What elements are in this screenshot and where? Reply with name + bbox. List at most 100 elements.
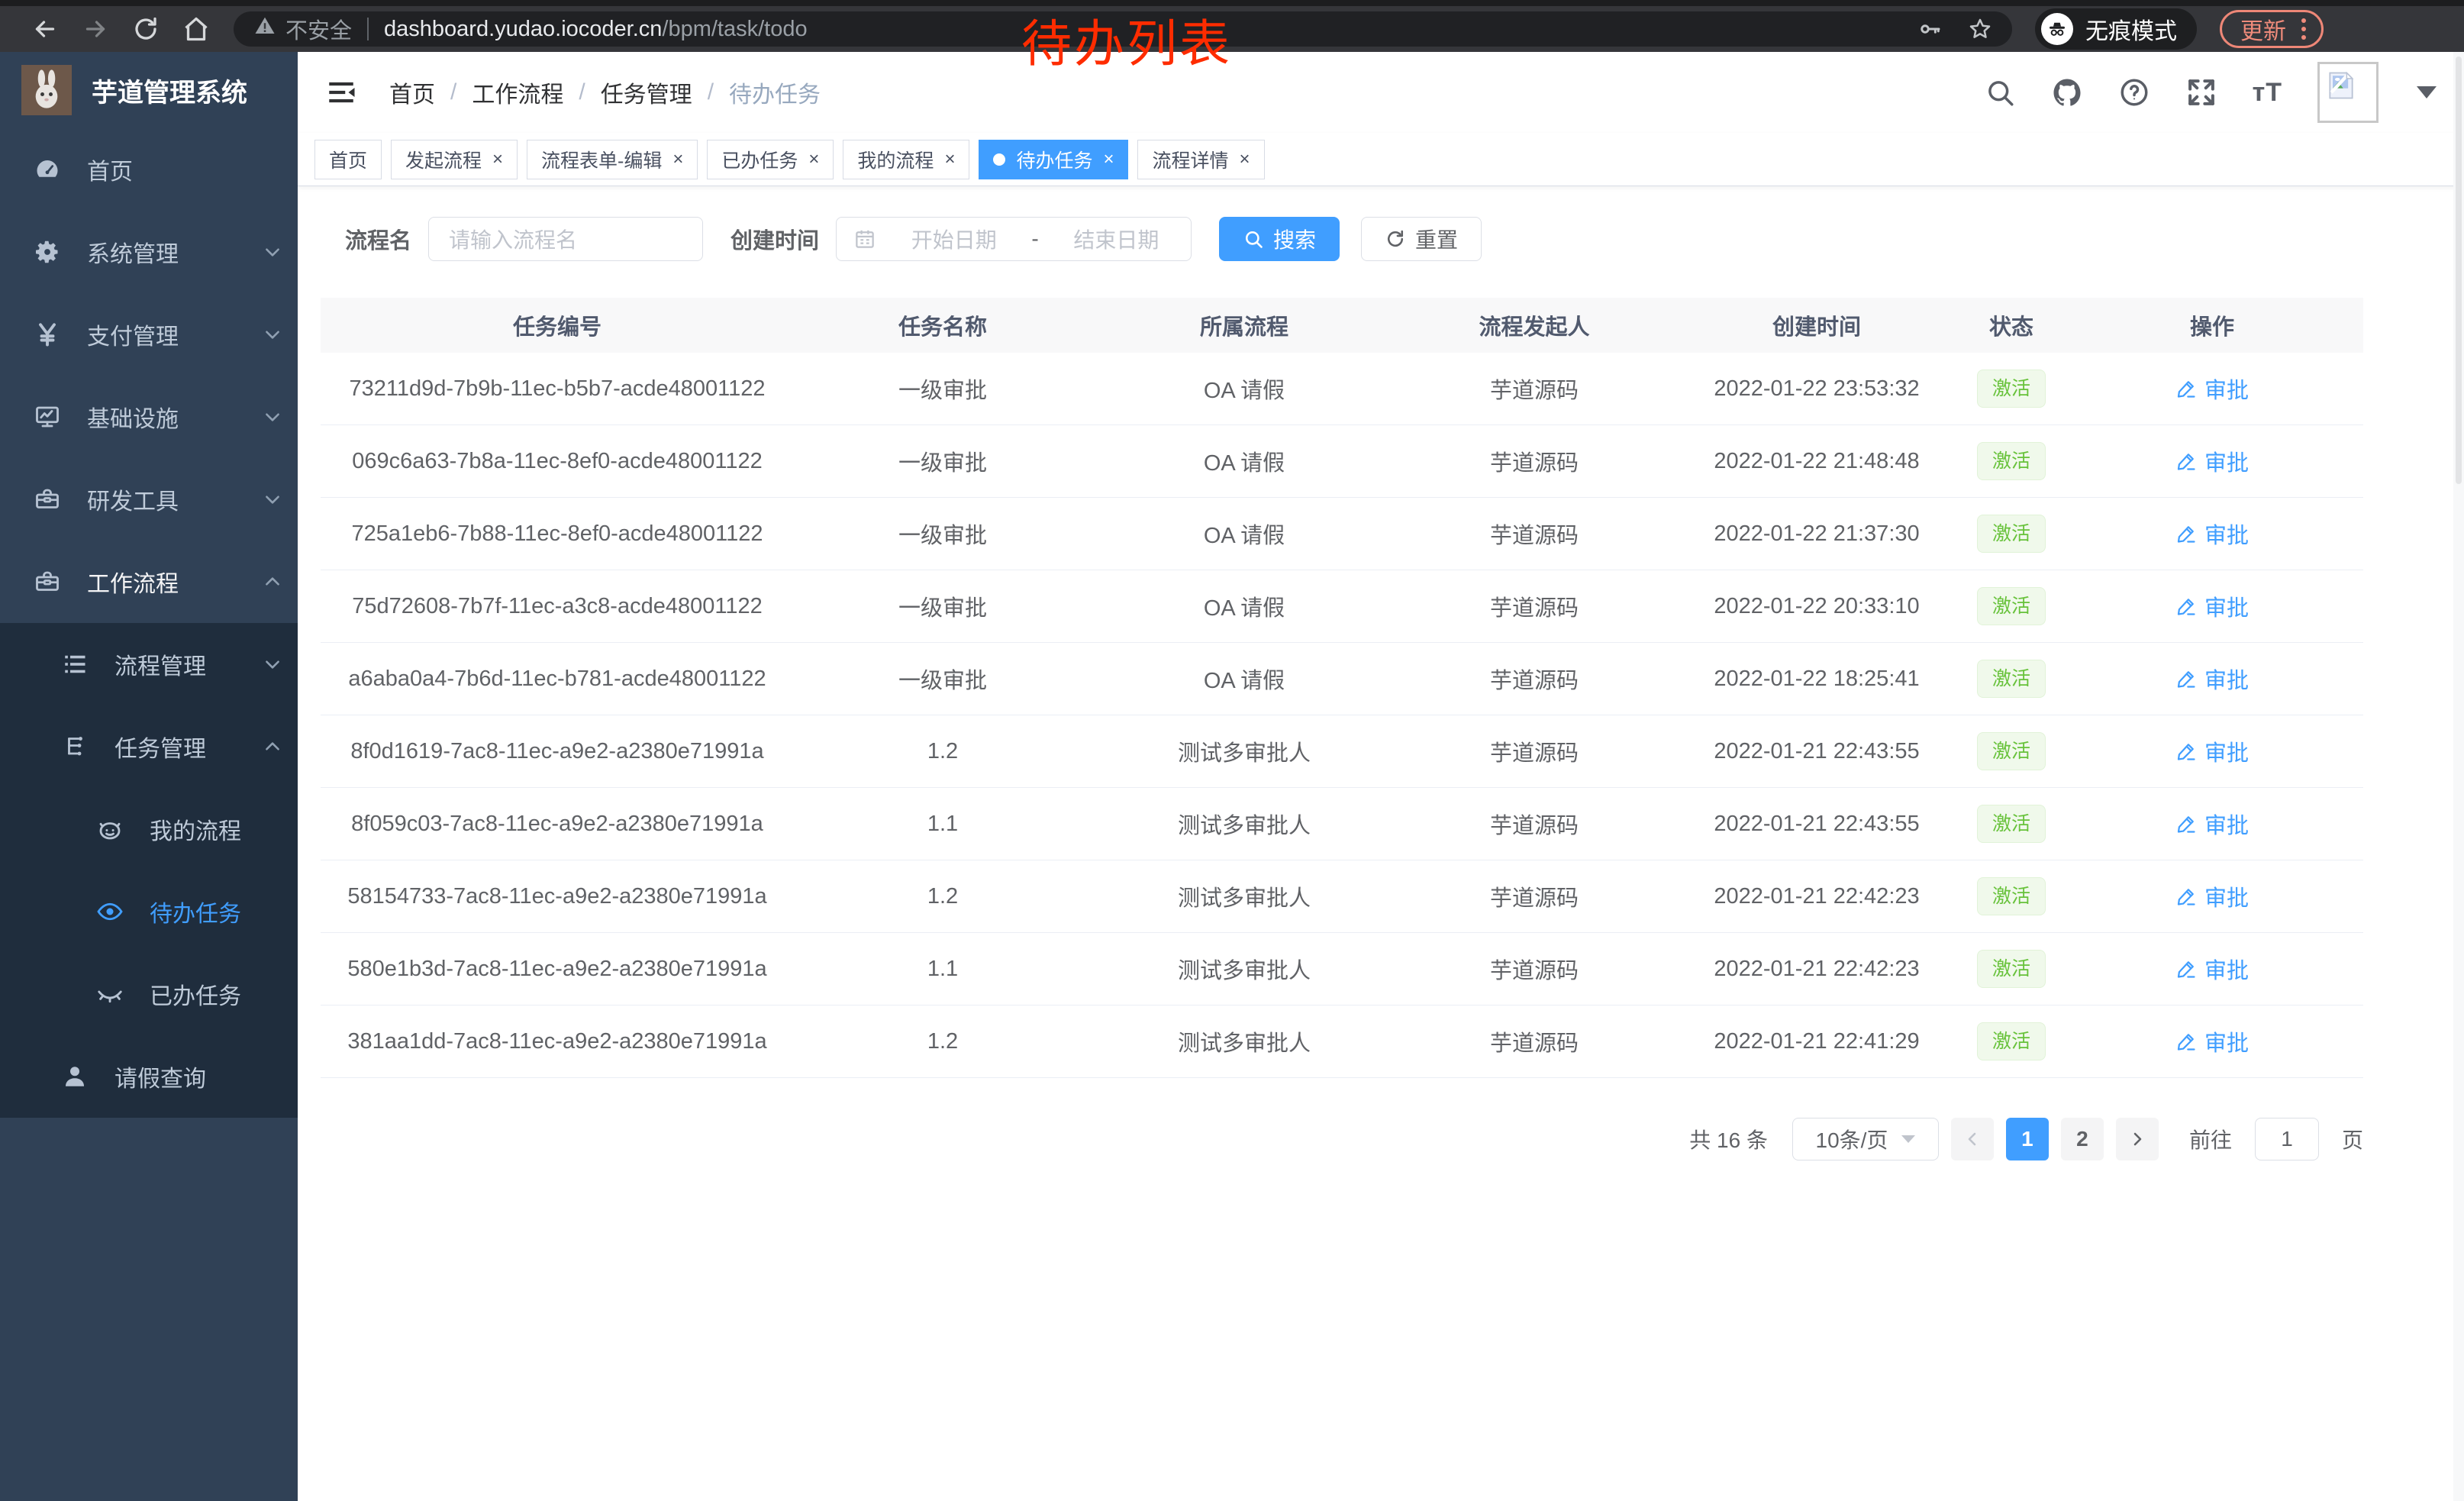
sidebar-item-4[interactable]: 研发工具 <box>0 458 298 541</box>
sidebar-item-8[interactable]: 我的流程 <box>0 788 298 870</box>
approve-link[interactable]: 审批 <box>2175 663 2249 695</box>
fullscreen-icon[interactable] <box>2185 76 2217 108</box>
back-icon[interactable] <box>20 15 70 43</box>
tab-close-icon[interactable]: × <box>1240 150 1250 169</box>
font-size-icon[interactable]: тT <box>2253 78 2282 108</box>
reload-icon[interactable] <box>121 15 171 43</box>
chevron-up-icon <box>263 737 282 757</box>
sidebar-item-5[interactable]: 工作流程 <box>0 541 298 623</box>
page-button-1[interactable]: 1 <box>2006 1118 2049 1160</box>
edit-pen-icon <box>2175 741 2197 762</box>
collapse-sidebar-icon[interactable] <box>325 76 357 108</box>
cell-process: OA 请假 <box>1092 445 1397 477</box>
filter-form: 流程名 请输入流程名 创建时间 开始日期 - 结束日期 搜索 重置 <box>298 186 2464 261</box>
home-icon[interactable] <box>171 15 221 43</box>
breadcrumb-separator: / <box>708 79 714 105</box>
approve-link[interactable]: 审批 <box>2175 445 2249 477</box>
key-icon[interactable] <box>1917 17 1942 41</box>
approve-link[interactable]: 审批 <box>2175 518 2249 550</box>
breadcrumb-separator: / <box>450 79 456 105</box>
tab-close-icon[interactable]: × <box>492 150 503 169</box>
avatar-caret-icon[interactable] <box>2417 86 2437 98</box>
approve-link[interactable]: 审批 <box>2175 880 2249 912</box>
bookmark-star-icon[interactable] <box>1968 17 1992 41</box>
tab-0[interactable]: 首页 <box>314 140 382 179</box>
table-row-4: a6aba0a4-7b6d-11ec-b781-acde48001122一级审批… <box>321 643 2363 715</box>
tab-3[interactable]: 已办任务× <box>707 140 834 179</box>
cell-initiator: 芋道源码 <box>1397 518 1672 550</box>
tags-view-bar: 首页发起流程×流程表单-编辑×已办任务×我的流程× 待办任务×流程详情× <box>298 133 2464 186</box>
reset-button[interactable]: 重置 <box>1361 217 1482 261</box>
breadcrumb-item-1[interactable]: 工作流程 <box>472 76 563 109</box>
cell-id: 75d72608-7b7f-11ec-a3c8-acde48001122 <box>321 594 794 619</box>
cell-action: 审批 <box>2061 518 2363 550</box>
sidebar-item-0[interactable]: 首页 <box>0 128 298 211</box>
approve-link[interactable]: 审批 <box>2175 735 2249 767</box>
date-range-picker[interactable]: 开始日期 - 结束日期 <box>836 217 1192 261</box>
forward-icon[interactable] <box>70 15 121 43</box>
cell-process: 测试多审批人 <box>1092 808 1397 840</box>
sidebar-item-7[interactable]: 任务管理 <box>0 705 298 788</box>
cell-initiator: 芋道源码 <box>1397 735 1672 767</box>
sidebar-item-3[interactable]: 基础设施 <box>0 376 298 458</box>
todo-task-table: 任务编号任务名称所属流程流程发起人创建时间状态操作 73211d9d-7b9b-… <box>321 298 2363 1078</box>
cell-status: 激活 <box>1962 660 2061 698</box>
monitor-icon <box>32 403 63 431</box>
cell-initiator: 芋道源码 <box>1397 590 1672 622</box>
tab-close-icon[interactable]: × <box>808 150 819 169</box>
app-logo-row[interactable]: 芋道管理系统 <box>0 52 298 128</box>
cell-action: 审批 <box>2061 1025 2363 1058</box>
page-scrollbar[interactable] <box>2453 52 2464 1501</box>
breadcrumb-item-2[interactable]: 任务管理 <box>601 76 692 109</box>
help-icon[interactable] <box>2118 76 2150 108</box>
prev-page-button[interactable] <box>1951 1118 1994 1160</box>
cell-process: OA 请假 <box>1092 590 1397 622</box>
approve-link[interactable]: 审批 <box>2175 1025 2249 1057</box>
tab-6[interactable]: 流程详情× <box>1137 140 1264 179</box>
page-size-select[interactable]: 10条/页 <box>1792 1118 1939 1160</box>
cell-created: 2022-01-22 23:53:32 <box>1672 376 1962 402</box>
sidebar-item-11[interactable]: 请假查询 <box>0 1035 298 1118</box>
search-button[interactable]: 搜索 <box>1219 217 1340 261</box>
tab-1[interactable]: 发起流程× <box>391 140 518 179</box>
edit-pen-icon <box>2175 958 2197 980</box>
avatar[interactable] <box>2317 62 2379 123</box>
github-icon[interactable] <box>2051 76 2083 108</box>
approve-link[interactable]: 审批 <box>2175 953 2249 985</box>
cell-initiator: 芋道源码 <box>1397 953 1672 985</box>
browser-menu-icon[interactable] <box>2301 18 2306 40</box>
cell-process: 测试多审批人 <box>1092 953 1397 985</box>
sidebar-item-6[interactable]: 流程管理 <box>0 623 298 705</box>
cell-id: 381aa1dd-7ac8-11ec-a9e2-a2380e71991a <box>321 1029 794 1054</box>
scrollbar-thumb[interactable] <box>2456 56 2462 484</box>
sidebar-item-1[interactable]: 系统管理 <box>0 211 298 293</box>
search-icon[interactable] <box>1984 76 2016 108</box>
cell-status: 激活 <box>1962 442 2061 480</box>
approve-link[interactable]: 审批 <box>2175 373 2249 405</box>
goto-page-input[interactable]: 1 <box>2255 1118 2319 1160</box>
tab-close-icon[interactable]: × <box>672 150 683 169</box>
cell-name: 一级审批 <box>794 373 1092 405</box>
approve-link[interactable]: 审批 <box>2175 808 2249 840</box>
cell-process: OA 请假 <box>1092 518 1397 550</box>
next-page-button[interactable] <box>2116 1118 2159 1160</box>
sidebar-item-2[interactable]: 支付管理 <box>0 293 298 376</box>
cell-created: 2022-01-22 20:33:10 <box>1672 594 1962 619</box>
tab-2[interactable]: 流程表单-编辑× <box>527 140 698 179</box>
tab-close-icon[interactable]: × <box>944 150 955 169</box>
security-chip[interactable]: 不安全 <box>253 13 352 45</box>
tab-5[interactable]: 待办任务× <box>979 140 1128 179</box>
gear-icon <box>32 238 63 266</box>
sidebar-item-10[interactable]: 已办任务 <box>0 953 298 1035</box>
update-button[interactable]: 更新 <box>2220 10 2324 48</box>
approve-link[interactable]: 审批 <box>2175 590 2249 622</box>
sidebar-item-label: 待办任务 <box>150 895 282 928</box>
sidebar-item-9[interactable]: 待办任务 <box>0 870 298 953</box>
process-name-input[interactable]: 请输入流程名 <box>428 217 703 261</box>
tab-close-icon[interactable]: × <box>1103 150 1114 169</box>
page-button-2[interactable]: 2 <box>2061 1118 2104 1160</box>
breadcrumb-item-0[interactable]: 首页 <box>389 76 435 109</box>
eye-open-icon <box>95 898 125 925</box>
tab-4[interactable]: 我的流程× <box>843 140 969 179</box>
cell-name: 1.2 <box>794 739 1092 764</box>
